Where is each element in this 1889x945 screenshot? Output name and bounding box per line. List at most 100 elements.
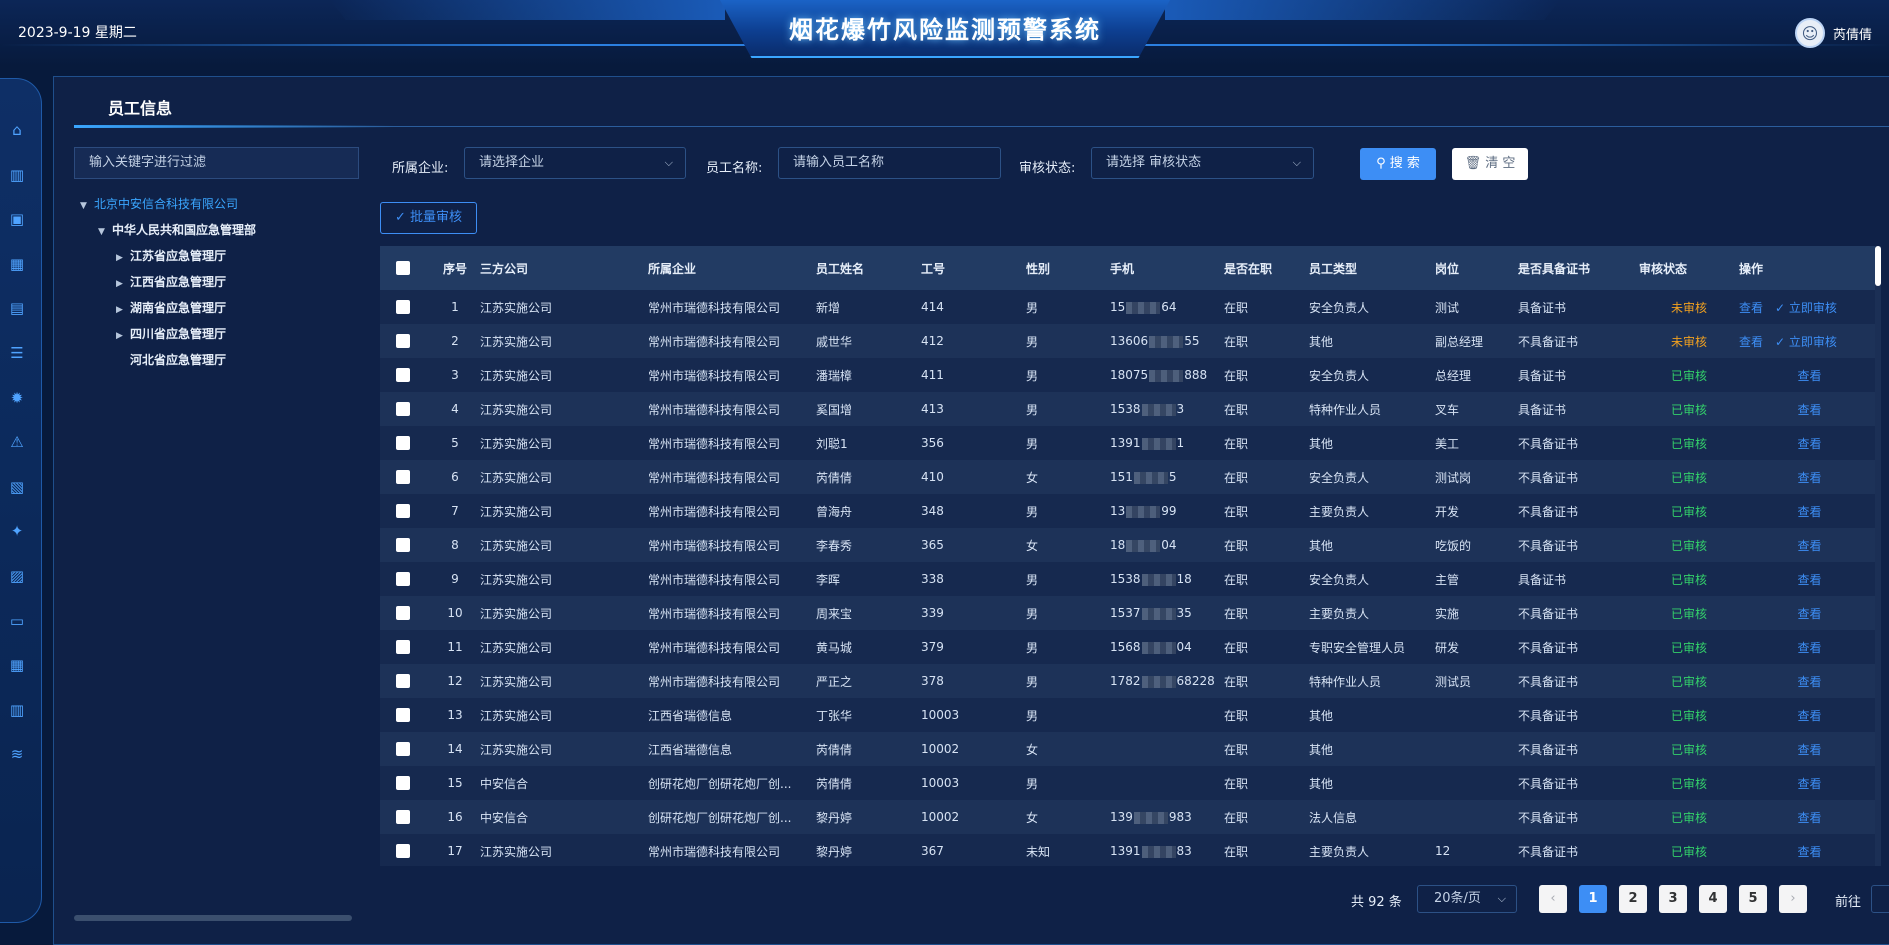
row-checkbox[interactable] [396,436,410,451]
row-checkbox-cell[interactable] [380,630,430,664]
row-checkbox-cell[interactable] [380,290,430,324]
row-checkbox-cell[interactable] [380,358,430,392]
select-all-cell[interactable] [380,246,430,290]
row-checkbox[interactable] [396,810,410,825]
alarm-icon[interactable]: ✹ [8,389,26,407]
row-checkbox[interactable] [396,538,410,553]
search-button[interactable]: ⚲ 搜 索 [1360,148,1436,180]
approve-link[interactable]: ✓ 立即审核 [1775,335,1837,349]
row-checkbox[interactable] [396,470,410,485]
server-icon[interactable]: ☰ [8,344,26,362]
table-row[interactable]: 17 江苏实施公司 常州市瑞德科技有限公司 黎丹婷 367 未知 1391 83 在职 主要负责人… [380,834,1880,866]
table-row[interactable]: 13 江苏实施公司 江西省瑞德信息 丁张华 10003 男 在职 其他 不具备证书 已审核 查看 [380,698,1880,732]
grid-icon[interactable]: ▦ [8,656,26,674]
page-button[interactable]: 3 [1659,885,1687,913]
tree-node-province[interactable]: ▶ 江苏省应急管理厅 [74,243,359,269]
caret-right-icon[interactable]: ▶ [116,297,130,323]
caret-down-icon[interactable]: ▼ [98,219,112,245]
row-actions[interactable]: 查看 [1739,562,1880,596]
employee-name-input[interactable]: 请输入员工名称 [778,147,1001,179]
table-row[interactable]: 1 江苏实施公司 常州市瑞德科技有限公司 新增 414 男 15 64 在职 安全负责人 测试 具备证… [380,290,1880,324]
tree-node-province[interactable]: ▶ 湖南省应急管理厅 [74,295,359,321]
row-checkbox-cell[interactable] [380,528,430,562]
monitor-icon[interactable]: ▭ [8,612,26,630]
view-link[interactable]: 查看 [1797,471,1821,485]
row-checkbox-cell[interactable] [380,426,430,460]
row-checkbox-cell[interactable] [380,766,430,800]
row-actions[interactable]: 查看 ✓ 立即审核 [1739,324,1880,358]
row-checkbox-cell[interactable] [380,494,430,528]
user-name[interactable]: 芮倩倩 [1833,24,1885,43]
file-check-icon[interactable]: ▨ [8,567,26,585]
row-checkbox[interactable] [396,674,410,689]
view-link[interactable]: 查看 [1797,437,1821,451]
row-checkbox-cell[interactable] [380,392,430,426]
row-checkbox[interactable] [396,334,410,349]
id-card-icon[interactable]: ▤ [8,299,26,317]
row-checkbox-cell[interactable] [380,698,430,732]
row-checkbox-cell[interactable] [380,732,430,766]
row-actions[interactable]: 查看 [1739,766,1880,800]
prev-page-button[interactable]: ‹ [1539,885,1567,913]
row-checkbox-cell[interactable] [380,664,430,698]
view-link[interactable]: 查看 [1797,403,1821,417]
table-row[interactable]: 4 江苏实施公司 常州市瑞德科技有限公司 奚国增 413 男 1538 3 在职 特种作业人员 叉车… [380,392,1880,426]
building-icon[interactable]: ▥ [8,166,26,184]
user-menu[interactable]: ☺ 芮倩倩 [1795,18,1885,48]
layers-icon[interactable]: ≋ [8,745,26,763]
table-row[interactable]: 9 江苏实施公司 常州市瑞德科技有限公司 李晖 338 男 1538 18 在职 安全负责人 主管 具… [380,562,1880,596]
table-row[interactable]: 7 江苏实施公司 常州市瑞德科技有限公司 曾海舟 348 男 13 99 在职 主要负责人 开发 不具… [380,494,1880,528]
view-link[interactable]: 查看 [1739,335,1763,349]
row-checkbox[interactable] [396,368,410,383]
caret-down-icon[interactable]: ▼ [80,193,94,219]
table-row[interactable]: 15 中安信合 创研花炮厂创研花炮厂创... 芮倩倩 10003 男 在职 其他 不具备证书 已审… [380,766,1880,800]
view-link[interactable]: 查看 [1797,369,1821,383]
row-actions[interactable]: 查看 [1739,426,1880,460]
document-icon[interactable]: ▧ [8,478,26,496]
view-link[interactable]: 查看 [1797,607,1821,621]
select-all-checkbox[interactable] [396,261,410,276]
avatar[interactable]: ☺ [1795,18,1825,48]
row-checkbox[interactable] [396,402,410,417]
view-link[interactable]: 查看 [1797,845,1821,859]
row-checkbox[interactable] [396,606,410,621]
row-actions[interactable]: 查看 [1739,800,1880,834]
tree-node-province[interactable]: ▶ 江西省应急管理厅 [74,269,359,295]
table-row[interactable]: 10 江苏实施公司 常州市瑞德科技有限公司 周来宝 339 男 1537 35 在职 主要负责人 实… [380,596,1880,630]
page-button[interactable]: 2 [1619,885,1647,913]
audit-status-select[interactable]: 请选择 审核状态 ⌵ [1091,147,1314,179]
row-checkbox[interactable] [396,300,410,315]
view-link[interactable]: 查看 [1797,777,1821,791]
home-icon[interactable]: ⌂ [8,121,26,139]
view-link[interactable]: 查看 [1797,641,1821,655]
row-checkbox[interactable] [396,742,410,757]
row-checkbox-cell[interactable] [380,596,430,630]
next-page-button[interactable]: › [1779,885,1807,913]
table-row[interactable]: 5 江苏实施公司 常州市瑞德科技有限公司 刘聪1 356 男 1391 1 在职 其他 美工 不具备证… [380,426,1880,460]
page-button[interactable]: 1 [1579,885,1607,913]
row-checkbox[interactable] [396,844,410,859]
row-actions[interactable]: 查看 [1739,698,1880,732]
row-actions[interactable]: 查看 [1739,392,1880,426]
row-checkbox[interactable] [396,640,410,655]
page-size-select[interactable]: 20条/页 ⌵ [1417,885,1517,913]
row-checkbox[interactable] [396,572,410,587]
batch-audit-button[interactable]: ✓ 批量审核 [380,202,477,234]
row-checkbox-cell[interactable] [380,834,430,866]
row-checkbox[interactable] [396,504,410,519]
tree-node-root[interactable]: ▼ 北京中安信合科技有限公司 [74,191,359,217]
view-link[interactable]: 查看 [1797,709,1821,723]
page-button[interactable]: 5 [1739,885,1767,913]
table-row[interactable]: 6 江苏实施公司 常州市瑞德科技有限公司 芮倩倩 410 女 151 5 在职 安全负责人 测试岗不… [380,460,1880,494]
company-select[interactable]: 请选择企业 ⌵ [464,147,686,179]
table-row[interactable]: 16 中安信合 创研花炮厂创研花炮厂创... 黎丹婷 10002 女 139 983 在职 法人信… [380,800,1880,834]
tree-node-ministry[interactable]: ▼ 中华人民共和国应急管理部 [74,217,359,243]
table-row[interactable]: 12 江苏实施公司 常州市瑞德科技有限公司 严正之 378 男 1782 68228 在职 特种作… [380,664,1880,698]
tree-horizontal-scrollbar[interactable] [74,915,352,921]
view-link[interactable]: 查看 [1797,811,1821,825]
chart-icon[interactable]: ▦ [8,255,26,273]
table-vertical-scrollbar[interactable] [1875,246,1881,866]
row-checkbox[interactable] [396,776,410,791]
table-row[interactable]: 8 江苏实施公司 常州市瑞德科技有限公司 李春秀 365 女 18 04 在职 其他 吃饭的 不具备证… [380,528,1880,562]
view-link[interactable]: 查看 [1797,573,1821,587]
